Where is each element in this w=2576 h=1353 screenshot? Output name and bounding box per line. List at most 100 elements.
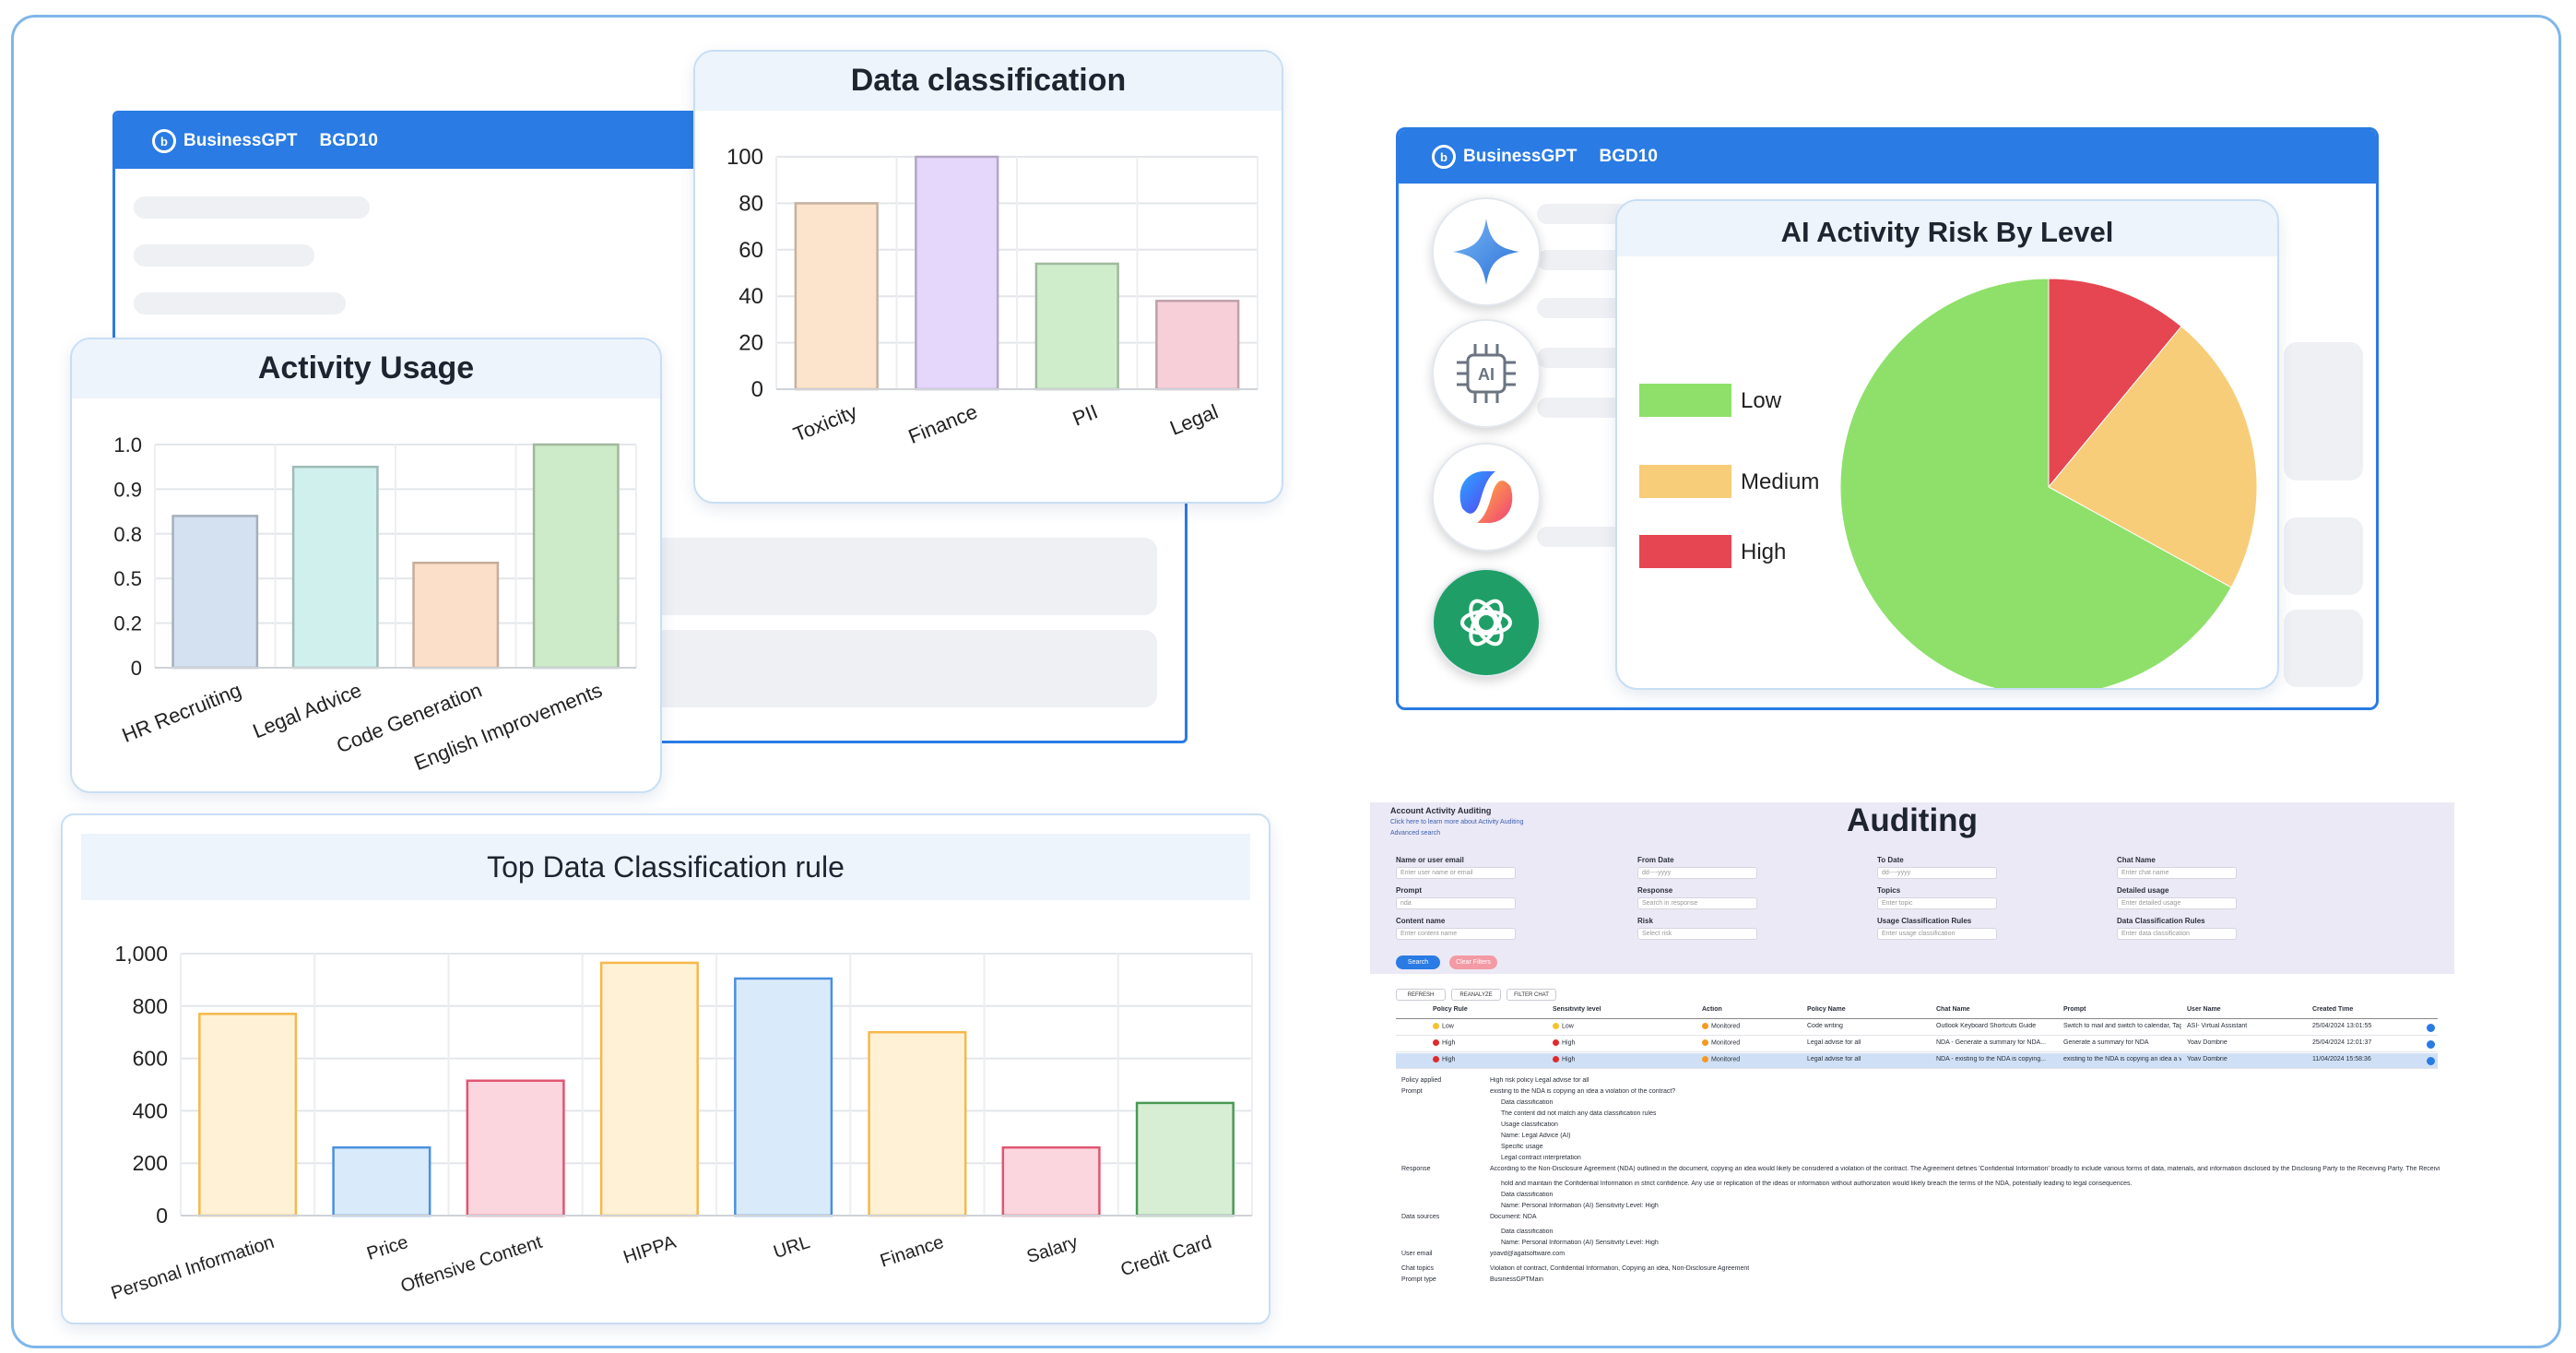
- y-tick-label: 1,000: [114, 942, 168, 966]
- y-tick-label: 40: [739, 284, 763, 309]
- status-dot: [1702, 1023, 1708, 1029]
- column-header[interactable]: Chat Name: [1936, 1006, 1970, 1013]
- table-row[interactable]: Low Low Monitored Code writing Outlook Keybo…: [1396, 1020, 2438, 1036]
- field-input[interactable]: Enter content name: [1396, 928, 1516, 940]
- bar-legal: [1155, 299, 1240, 391]
- y-tick-label: 100: [727, 145, 763, 170]
- toolbar-button[interactable]: FILTER CHAT: [1507, 989, 1556, 1001]
- x-tick-label: HR Recruiting: [119, 678, 244, 746]
- bar-personal-information: [198, 1013, 298, 1217]
- column-header[interactable]: Action: [1702, 1006, 1722, 1013]
- detail-value: Usage classification: [1501, 1122, 1558, 1128]
- x-tick-label: Toxicity: [790, 399, 860, 445]
- skeleton-line: [134, 244, 314, 267]
- detail-value: Specific usage: [1501, 1144, 1543, 1150]
- bar-toxicity: [794, 202, 879, 391]
- auditing-title: Auditing: [1847, 802, 1978, 838]
- column-header[interactable]: User Name: [2187, 1006, 2221, 1013]
- chatgpt-icon[interactable]: [1432, 568, 1541, 677]
- info-icon[interactable]: [2427, 1040, 2435, 1049]
- table-cell: 25/04/2024 12:01:37: [2312, 1039, 2372, 1046]
- table-cell: Monitored: [1702, 1039, 1740, 1046]
- gemini-icon[interactable]: [1432, 197, 1541, 306]
- column-header[interactable]: Prompt: [2063, 1006, 2086, 1013]
- field-input[interactable]: Enter user name or email: [1396, 867, 1516, 879]
- field-label: Chat Name: [2117, 856, 2156, 864]
- detail-value: Legal contract interpretation: [1501, 1155, 1581, 1161]
- detail-value: BusinessGPTMain: [1490, 1276, 1543, 1283]
- field-input[interactable]: Enter usage classification: [1877, 928, 1997, 940]
- table-cell: NDA - existing to the NDA is copying...: [1936, 1056, 2047, 1062]
- field-input[interactable]: Select risk: [1637, 928, 1757, 940]
- column-header[interactable]: Sensitivity level: [1553, 1006, 1601, 1013]
- field-input[interactable]: dd----yyyy: [1637, 867, 1757, 879]
- top-rule-chart: 1,000 800 600 400 200 0 Personal Information Pr…: [109, 942, 1253, 1304]
- info-icon[interactable]: [2427, 1057, 2435, 1065]
- status-dot: [1553, 1039, 1559, 1046]
- activity-usage-card: Activity Usage 1.0 0.9 0.8 0.5 0.2 0 HR Recrui…: [70, 338, 662, 793]
- skeleton-block: [2284, 610, 2363, 687]
- bar-finance: [915, 155, 999, 391]
- detail-value: hold and maintain the Confidential Infor…: [1501, 1181, 2133, 1187]
- field-input[interactable]: Enter data classification: [2117, 928, 2237, 940]
- status-dot: [1433, 1056, 1439, 1062]
- field-input[interactable]: Search in response: [1637, 897, 1757, 909]
- x-tick-label: Finance: [905, 399, 981, 448]
- field-input[interactable]: Enter detailed usage: [2117, 897, 2237, 909]
- y-tick-label: 20: [739, 331, 763, 356]
- x-tick-label: Price: [364, 1232, 410, 1264]
- detail-value: Name: Legal Advice (AI): [1501, 1133, 1571, 1139]
- field-label: Usage Classification Rules: [1877, 917, 1972, 925]
- copilot-icon[interactable]: [1432, 443, 1541, 552]
- x-tick-label: Salary: [1024, 1232, 1081, 1267]
- field-input[interactable]: nda: [1396, 897, 1516, 909]
- toolbar-button[interactable]: REFRESH: [1396, 989, 1446, 1001]
- table-cell: Code writing: [1807, 1023, 1843, 1029]
- table-cell: Monitored: [1702, 1056, 1740, 1062]
- clear-filters-button[interactable]: Clear Filters: [1449, 955, 1497, 969]
- field-input[interactable]: dd----yyyy: [1877, 867, 1997, 879]
- bar-hr-recruiting: [171, 515, 259, 670]
- detail-value: Data classification: [1501, 1192, 1554, 1198]
- column-header[interactable]: Policy Name: [1807, 1006, 1846, 1013]
- y-tick-label: 800: [133, 994, 168, 1018]
- detail-value: Name: Personal Information (AI) Sensitiv…: [1501, 1203, 1659, 1209]
- table-cell: Low: [1553, 1023, 1574, 1029]
- risk-pie-chart: Low Medium High: [1639, 278, 2258, 688]
- top-rule-card: Top Data Classification rule 1,000 800 600…: [61, 813, 1270, 1324]
- logo-icon: b: [152, 129, 176, 153]
- ai-chip-icon[interactable]: AI: [1432, 319, 1541, 428]
- detail-key: Policy applied: [1401, 1077, 1442, 1084]
- skeleton-line: [134, 196, 370, 219]
- table-cell: Yoav Dombrie: [2187, 1056, 2227, 1062]
- table-cell: High: [1433, 1056, 1455, 1062]
- detail-value: High risk policy Legal advise for all: [1490, 1077, 1589, 1084]
- bar-url: [734, 977, 833, 1217]
- logo-icon: b: [1432, 145, 1456, 169]
- workspace-name: BGD10: [319, 131, 378, 150]
- activity-usage-chart: 1.00.90.80.50.20HR Recruiting Legal Advic…: [113, 433, 637, 775]
- x-tick-label: Personal Information: [109, 1232, 277, 1304]
- field-input[interactable]: Enter topic: [1877, 897, 1997, 909]
- y-tick-label: 400: [133, 1098, 168, 1122]
- field-label: Prompt: [1396, 886, 1422, 895]
- table-cell: Legal advise for all: [1807, 1039, 1861, 1046]
- detail-key: Prompt type: [1401, 1276, 1436, 1283]
- field-label: Detailed usage: [2117, 886, 2169, 895]
- table-cell: Generate a summary for NDA: [2063, 1039, 2149, 1046]
- table-row[interactable]: High High Monitored Legal advise for all NDA…: [1396, 1053, 2438, 1069]
- detail-key: Chat topics: [1401, 1265, 1435, 1272]
- search-button[interactable]: Search: [1396, 955, 1440, 969]
- field-label: Risk: [1637, 917, 1653, 925]
- detail-key: Response: [1401, 1166, 1431, 1172]
- info-icon[interactable]: [2427, 1024, 2435, 1032]
- status-dot: [1553, 1056, 1559, 1062]
- bar-hippa: [599, 961, 699, 1217]
- detail-key: Data sources: [1401, 1214, 1440, 1220]
- field-input[interactable]: Enter chat name: [2117, 867, 2237, 879]
- column-header[interactable]: Created Time: [2312, 1006, 2353, 1013]
- column-header[interactable]: Policy Rule: [1433, 1006, 1468, 1013]
- table-cell: Monitored: [1702, 1023, 1740, 1029]
- toolbar-button[interactable]: REANALYZE: [1451, 989, 1501, 1001]
- table-row[interactable]: High High Monitored Legal advise for all NDA…: [1396, 1037, 2438, 1052]
